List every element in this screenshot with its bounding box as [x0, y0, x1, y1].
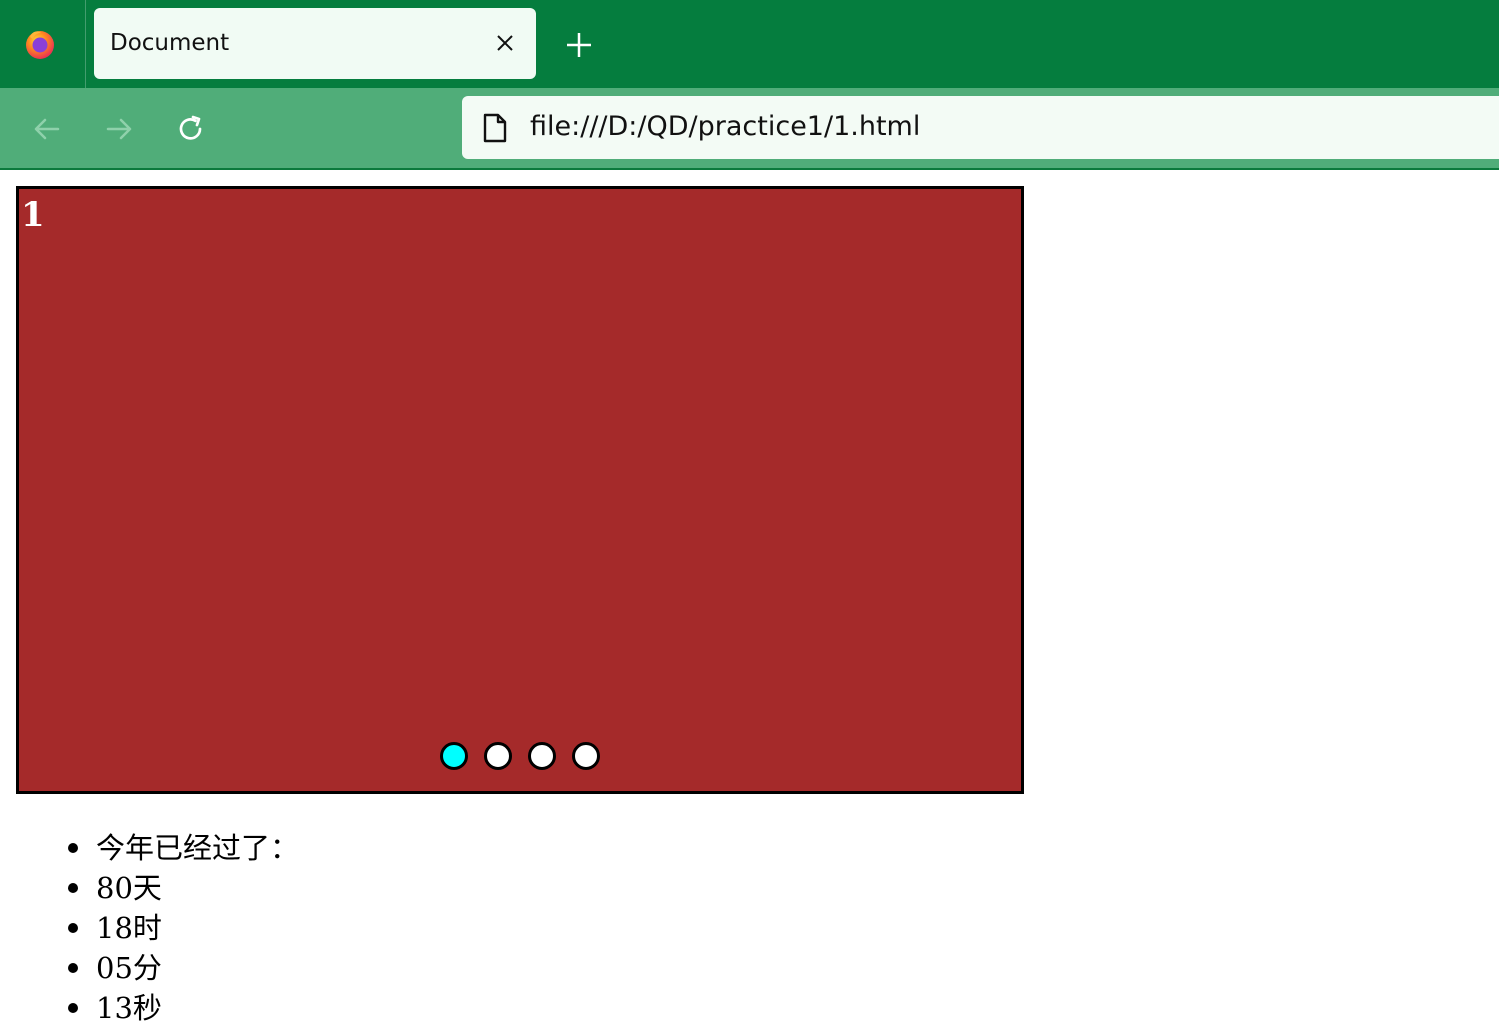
- firefox-logo-icon[interactable]: [24, 28, 56, 60]
- indicator-dot-4[interactable]: [572, 742, 600, 770]
- tab-strip: Document: [0, 0, 1499, 88]
- url-text[interactable]: file:///D:/QD/practice1/1.html: [530, 111, 920, 142]
- navigation-toolbar: file:///D:/QD/practice1/1.html: [0, 88, 1499, 170]
- address-bar[interactable]: file:///D:/QD/practice1/1.html: [462, 96, 1499, 159]
- countdown-minutes: 05分: [67, 948, 299, 988]
- back-arrow-icon[interactable]: [30, 112, 64, 146]
- countdown-days: 80天: [67, 868, 299, 908]
- tab-document[interactable]: Document: [94, 8, 536, 79]
- page-icon: [483, 113, 507, 143]
- carousel-indicators: [440, 742, 600, 770]
- forward-arrow-icon[interactable]: [102, 112, 136, 146]
- indicator-dot-2[interactable]: [484, 742, 512, 770]
- close-icon[interactable]: [494, 32, 516, 54]
- reload-icon[interactable]: [174, 112, 208, 146]
- countdown-seconds: 13秒: [67, 988, 299, 1025]
- countdown-hours: 18时: [67, 908, 299, 948]
- slide-number: 1: [21, 195, 45, 235]
- page-content: 1 今年已经过了： 80天 18时 05分 13秒: [0, 170, 1499, 1025]
- tab-strip-divider: [85, 0, 86, 88]
- browser-window: Document file:///D:/QD/practice1/1.html …: [0, 0, 1499, 1025]
- indicator-dot-1[interactable]: [440, 742, 468, 770]
- tab-title: Document: [110, 30, 230, 56]
- countdown-heading: 今年已经过了：: [67, 828, 299, 868]
- indicator-dot-3[interactable]: [528, 742, 556, 770]
- plus-icon[interactable]: [562, 28, 596, 62]
- carousel: 1: [16, 186, 1024, 794]
- countdown-list: 今年已经过了： 80天 18时 05分 13秒: [67, 828, 299, 1025]
